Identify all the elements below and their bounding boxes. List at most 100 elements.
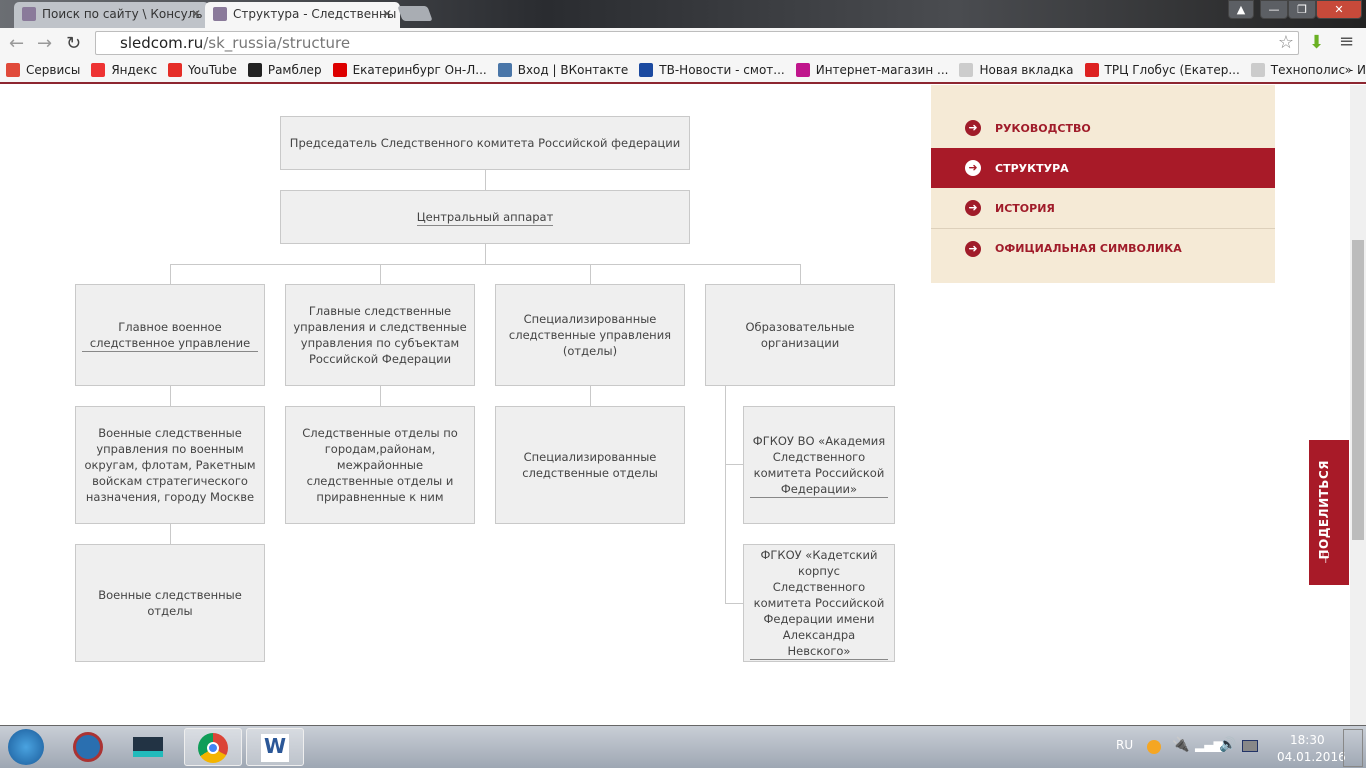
clock-date[interactable]: 04.01.2016 [1277,750,1346,764]
bookmark-icon [168,63,183,77]
volume-icon[interactable]: 🔊 [1219,737,1236,753]
tab-structure[interactable]: Структура - Следственны ✕ [205,2,400,28]
bookmark-label: Интернет-магазин ... [815,63,949,77]
address-bar[interactable]: sledcom.ru/sk_russia/structure ☆ [95,31,1299,55]
bookmark-icon [795,63,810,77]
maximize-button[interactable]: ❐ [1288,0,1316,19]
reload-icon[interactable]: ↻ [66,33,81,54]
bookmark-item[interactable]: Новая вкладка [959,63,1074,77]
bookmark-icon [332,63,347,77]
bookmark-label: ТРЦ Глобус (Екатер... [1104,63,1240,77]
menu-item-label: ИСТОРИЯ [995,201,1055,215]
close-tab-icon[interactable]: ✕ [191,7,201,21]
bookmark-icon [497,63,512,77]
bookmark-icon [639,63,654,77]
box-label: Следственные отделы по городам,районам, … [302,426,458,504]
military-directorate-link[interactable]: Главное военное следственное управление [82,319,258,352]
central-apparatus-link[interactable]: Центральный аппарат [416,209,554,226]
language-indicator[interactable]: RU [1116,738,1133,752]
tab-search[interactable]: Поиск по сайту \ Консуль ✕ [14,2,209,28]
chrome-taskbar-icon[interactable] [184,728,242,766]
bookmark-item[interactable]: Интернет-магазин ... [795,63,949,77]
share-button[interactable]: ПОДЕЛИТЬСЯ ⑂ [1309,440,1349,585]
profile-button[interactable]: ▲ [1228,0,1254,19]
bookmark-label: Вход | ВКонтакте [517,63,629,77]
minimize-button[interactable]: — [1260,0,1288,19]
military-directorate-box[interactable]: Главное военное следственное управление [75,284,265,386]
box-label: Образовательные организации [745,320,855,350]
more-bookmarks-button[interactable]: » [1345,63,1352,77]
bookmark-item[interactable]: Яндекс [91,63,157,77]
bookmark-item[interactable]: Екатеринбург Он-Л... [332,63,487,77]
start-button[interactable] [8,729,44,765]
bookmark-item[interactable]: Рамблер [247,63,322,77]
bookmark-icon [247,63,262,77]
cadet-corps-link[interactable]: ФГКОУ «Кадетский корпус Следственного ко… [750,547,888,660]
clock-time[interactable]: 18:30 [1290,733,1325,747]
menu-item-0[interactable]: ➜ РУКОВОДСТВО [931,108,1275,148]
academy-link[interactable]: ФГКОУ ВО «Академия Следственного комитет… [750,433,888,498]
section-menu: ➜ РУКОВОДСТВО ➜ СТРУКТУРА ➜ ИСТОРИЯ ➜ ОФИЦИАЛЬН… [931,85,1275,283]
city-departments-box: Следственные отделы по городам,районам, … [285,406,475,524]
specialized-departments-box: Специализированные следственные отделы [495,406,685,524]
box-label: Специализированные следственные управлен… [508,312,672,358]
close-window-button[interactable]: ✕ [1316,0,1362,19]
media-player-taskbar-icon[interactable] [62,729,114,765]
bookmark-label: YouTube [188,63,237,77]
menu-item-label: РУКОВОДСТВО [995,121,1091,135]
specialized-directorates-box: Специализированные следственные управлен… [495,284,685,386]
bookmark-label: Яндекс [111,63,158,77]
display-icon[interactable] [1242,740,1258,752]
central-apparatus-box[interactable]: Центральный аппарат [280,190,690,244]
new-tab-button[interactable] [397,6,433,21]
url-host: sledcom.ru [120,34,204,52]
bookmarks-bar: Сервисы Яндекс YouTube Рамблер Екатеринбург … [0,58,1366,84]
bookmark-item[interactable]: Сервисы [6,63,80,77]
tab-title: Структура - Следственны [233,7,397,21]
menu-item-label: СТРУКТУРА [995,161,1069,175]
bookmark-icon [1250,63,1265,77]
menu-item-label: ОФИЦИАЛЬНАЯ СИМВОЛИКА [995,242,1182,255]
menu-item-1[interactable]: ➜ СТРУКТУРА [931,148,1275,188]
forward-icon[interactable]: → [37,33,52,54]
show-desktop-button[interactable] [1343,729,1363,767]
box-label: Главные следственные управления и следст… [293,304,467,366]
bookmark-item[interactable]: Вход | ВКонтакте [497,63,629,77]
tab-title: Поиск по сайту \ Консуль [42,7,203,21]
bookmark-icon [1084,63,1099,77]
box-label: Председатель Следственного комитета Росс… [289,136,681,150]
box-label: Военные следственные управления по военн… [84,426,256,504]
bookmark-item[interactable]: YouTube [168,63,237,77]
menu-icon[interactable]: ≡ [1339,31,1354,52]
tray-app-icon[interactable] [1147,740,1161,754]
academy-box[interactable]: ФГКОУ ВО «Академия Следственного комитет… [743,406,895,524]
bookmark-label: ТВ-Новости - смот... [659,63,785,77]
download-icon[interactable]: ⬇ [1309,32,1324,53]
printer-taskbar-icon[interactable] [122,729,174,765]
educational-organizations-box: Образовательные организации [705,284,895,386]
menu-item-3[interactable]: ➜ ОФИЦИАЛЬНАЯ СИМВОЛИКА [931,228,1275,268]
bookmark-star-icon[interactable]: ☆ [1278,32,1294,53]
bookmark-icon [91,63,106,77]
menu-item-2[interactable]: ➜ ИСТОРИЯ [931,188,1275,228]
chairman-box: Председатель Следственного комитета Росс… [280,116,690,170]
power-icon[interactable]: 🔌 [1172,737,1189,753]
arrow-right-icon: ➜ [965,120,981,136]
favicon-icon [213,7,227,21]
bookmark-label: Новая вкладка [979,63,1074,77]
bookmark-item[interactable]: ТРЦ Глобус (Екатер... [1084,63,1240,77]
share-icon: ⑂ [1321,548,1331,567]
share-label: ПОДЕЛИТЬСЯ [1317,460,1331,560]
bookmark-item[interactable]: ТВ-Новости - смот... [639,63,785,77]
scrollbar-thumb[interactable] [1352,240,1364,540]
close-tab-icon[interactable]: ✕ [382,7,392,21]
bookmark-label: Рамблер [267,63,322,77]
arrow-right-icon: ➜ [965,160,981,176]
regional-directorates-box: Главные следственные управления и следст… [285,284,475,386]
box-label: Специализированные следственные отделы [522,450,658,480]
bookmark-icon [959,63,974,77]
military-departments-box: Военные следственные отделы [75,544,265,662]
back-icon[interactable]: ← [9,33,24,54]
cadet-corps-box[interactable]: ФГКОУ «Кадетский корпус Следственного ко… [743,544,895,662]
word-taskbar-icon[interactable]: W [246,728,304,766]
